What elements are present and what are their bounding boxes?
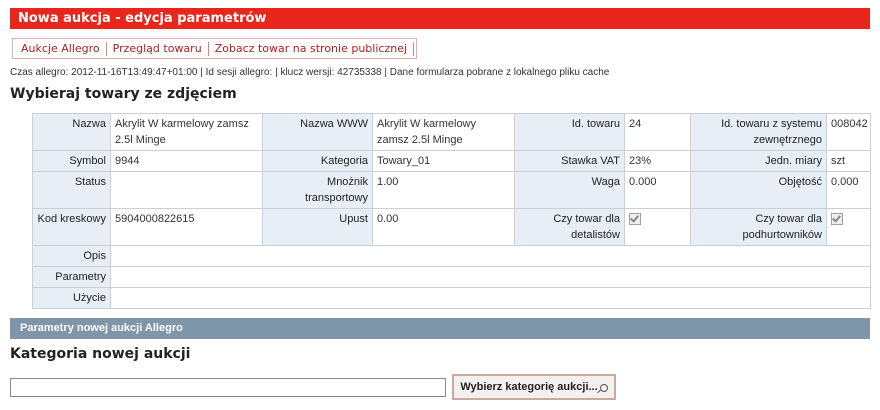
table-row: Status Mnożnik transportowy 1.00 Waga 0.… [32,171,871,209]
vat-label: Stawka VAT [514,150,625,172]
upust-label: Upust [262,208,373,246]
podhurt-checkbox[interactable] [831,213,843,225]
status-label: Status [32,171,111,209]
status-value [110,171,263,209]
jm-label: Jedn. miary [690,150,827,172]
tab-przeglad-towaru[interactable]: Przegląd towaru [107,39,208,58]
parametry-value [110,266,871,288]
waga-value: 0.000 [624,171,691,209]
tab-bar: Aukcje Allegro Przegląd towaru Zobacz to… [12,38,418,59]
objetosc-label: Objętość [690,171,827,209]
table-row: Kod kreskowy 5904000822615 Upust 0.00 Cz… [32,208,871,246]
kod-value: 5904000822615 [110,208,263,246]
id-towaru-value: 24 [624,113,691,151]
choose-category-button[interactable]: Wybierz kategorię aukcji... [452,374,616,400]
search-icon [599,384,608,392]
table-row: Użycie [32,287,871,309]
tab-separator [413,41,415,56]
product-heading: Wybieraj towary ze zdjęciem [10,86,237,102]
podhurt-label: Czy towar dla podhurtowników [690,208,827,246]
kategoria-label: Kategoria [262,150,373,172]
nazwa-www-label: Nazwa WWW [262,113,373,151]
tab-aukcje-allegro[interactable]: Aukcje Allegro [15,39,106,58]
opis-label: Opis [32,245,111,267]
nazwa-www-value: Akrylit W karmelowy zamsz 2.5l Minge [372,113,515,151]
id-towaru-label: Id. towaru [514,113,625,151]
vat-value: 23% [624,150,691,172]
nazwa-value: Akrylit W karmelowy zamsz 2.5l Minge [110,113,263,151]
detal-checkbox[interactable] [629,213,641,225]
jm-value: szt [826,150,871,172]
opis-value [110,245,871,267]
symbol-value: 9944 [110,150,263,172]
category-heading: Kategoria nowej aukcji [10,346,191,362]
podhurt-cell [826,208,871,246]
table-row: Parametry [32,266,871,288]
section-header: Parametry nowej aukcji Allegro [10,318,870,339]
parametry-label: Parametry [32,266,111,288]
category-input[interactable] [10,378,446,397]
detal-label: Czy towar dla detalistów [514,208,625,246]
table-row: Nazwa Akrylit W karmelowy zamsz 2.5l Min… [32,113,871,151]
choose-category-label: Wybierz kategorię aukcji... [460,381,598,393]
id-ext-value: 008042 [826,113,871,151]
table-row: Symbol 9944 Kategoria Towary_01 Stawka V… [32,150,871,172]
kategoria-value: Towary_01 [372,150,515,172]
upust-value: 0.00 [372,208,515,246]
window-title: Nowa aukcja - edycja parametrów [10,8,870,29]
id-ext-label: Id. towaru z systemu zewnętrznego [690,113,827,151]
uzycie-label: Użycie [32,287,111,309]
table-row: Opis [32,245,871,267]
mnoznik-label: Mnożnik transportowy [262,171,373,209]
kod-label: Kod kreskowy [32,208,111,246]
objetosc-value: 0.000 [826,171,871,209]
symbol-label: Symbol [32,150,111,172]
session-info: Czas allegro: 2012-11-16T13:49:47+01:00 … [10,67,610,78]
product-properties-table: Nazwa Akrylit W karmelowy zamsz 2.5l Min… [32,113,871,309]
mnoznik-value: 1.00 [372,171,515,209]
nazwa-label: Nazwa [32,113,111,151]
waga-label: Waga [514,171,625,209]
uzycie-value [110,287,871,309]
tab-zobacz-publiczna[interactable]: Zobacz towar na stronie publicznej [209,39,413,58]
detal-cell [624,208,691,246]
